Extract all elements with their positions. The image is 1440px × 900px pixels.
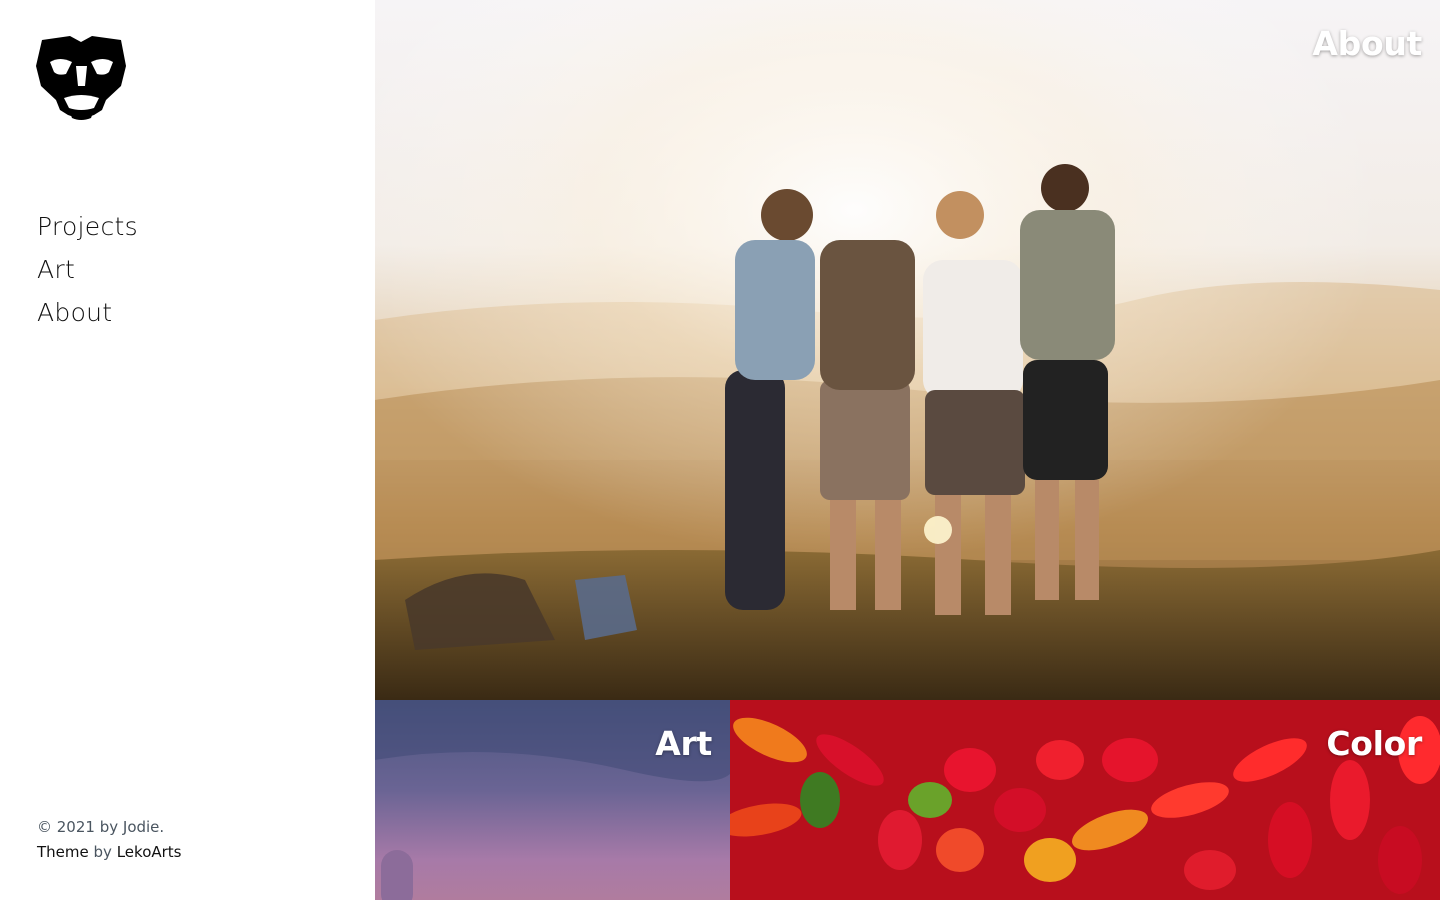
nav-item-about: About bbox=[37, 294, 138, 337]
copyright-text: © 2021 by bbox=[37, 818, 119, 836]
nav-item-art: Art bbox=[37, 251, 138, 294]
lion-head-icon bbox=[36, 36, 126, 120]
about-tile[interactable]: About bbox=[375, 0, 1440, 700]
nav-link-projects[interactable]: Projects bbox=[37, 212, 138, 241]
art-tile[interactable]: Art bbox=[375, 700, 730, 900]
nav-link-about[interactable]: About bbox=[37, 298, 112, 327]
art-tile-title: Art bbox=[655, 724, 712, 763]
theme-author-link[interactable]: LekoArts bbox=[117, 843, 182, 861]
footer-theme-credit: Theme by LekoArts bbox=[37, 840, 182, 865]
color-tile[interactable]: Color bbox=[730, 700, 1440, 900]
about-tile-image bbox=[375, 0, 1440, 700]
theme-by-label: by bbox=[93, 843, 112, 861]
footer-copyright: © 2021 by Jodie. bbox=[37, 815, 182, 840]
main-nav: Projects Art About bbox=[37, 208, 138, 337]
color-tile-title: Color bbox=[1326, 724, 1422, 763]
home-logo-link[interactable] bbox=[36, 36, 127, 127]
copyright-author: Jodie. bbox=[122, 818, 165, 836]
nav-item-projects: Projects bbox=[37, 208, 138, 251]
about-tile-title: About bbox=[1312, 24, 1422, 63]
footer: © 2021 by Jodie. Theme by LekoArts bbox=[37, 815, 182, 865]
theme-label: Theme bbox=[37, 843, 89, 861]
page: Projects Art About © 2021 by Jodie. Them… bbox=[0, 0, 1440, 900]
nav-link-art[interactable]: Art bbox=[37, 255, 75, 284]
sidebar: Projects Art About © 2021 by Jodie. Them… bbox=[0, 0, 375, 900]
